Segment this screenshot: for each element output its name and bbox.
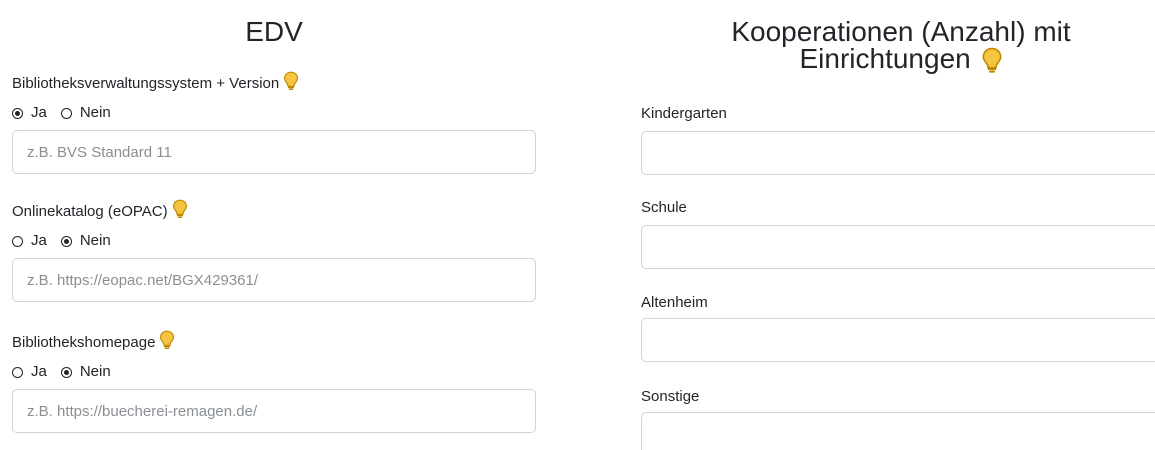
lightbulb-icon[interactable] bbox=[981, 47, 1003, 75]
radio-checked-icon[interactable] bbox=[12, 107, 23, 119]
edv-title: EDV bbox=[245, 16, 303, 47]
field-eopac-label: Onlinekatalog (eOPAC) bbox=[12, 202, 168, 220]
field-bvs-radio-nein[interactable]: Nein bbox=[60, 104, 111, 122]
field-bvs-input[interactable] bbox=[12, 130, 536, 174]
form-page: EDV Bibliotheksverwaltungssystem + Versi… bbox=[0, 0, 1155, 450]
lightbulb-icon[interactable] bbox=[172, 199, 188, 224]
radio-checked-icon[interactable] bbox=[60, 366, 72, 378]
field-bvs-radio-group: Ja Nein bbox=[12, 104, 536, 122]
field-altenheim-label: Altenheim bbox=[641, 294, 708, 311]
radio-unchecked-icon[interactable] bbox=[60, 107, 72, 119]
field-eopac-input[interactable] bbox=[12, 258, 536, 302]
field-eopac-label-row: Onlinekatalog (eOPAC) bbox=[12, 199, 536, 224]
field-sonstige-label: Sonstige bbox=[641, 388, 700, 405]
field-homepage-radio-nein[interactable]: Nein bbox=[60, 363, 111, 381]
field-altenheim-input[interactable] bbox=[641, 318, 1155, 362]
field-eopac-radio-group: Ja Nein bbox=[12, 232, 536, 250]
radio-label: Nein bbox=[79, 104, 111, 121]
lightbulb-icon[interactable] bbox=[283, 71, 299, 96]
field-homepage-input[interactable] bbox=[12, 389, 536, 433]
radio-label: Ja bbox=[31, 363, 47, 380]
field-schule-label: Schule bbox=[641, 199, 687, 216]
field-homepage: Bibliothekshomepage Ja Nein bbox=[12, 330, 536, 433]
lightbulb-icon[interactable] bbox=[159, 330, 175, 355]
field-kindergarten-label: Kindergarten bbox=[641, 105, 727, 122]
field-bvs-label-row: Bibliotheksverwaltungssystem + Version bbox=[12, 71, 536, 96]
field-homepage-label-row: Bibliothekshomepage bbox=[12, 330, 536, 355]
field-sonstige-input[interactable] bbox=[641, 412, 1155, 450]
field-bvs-label: Bibliotheksverwaltungssystem + Version bbox=[12, 74, 280, 92]
kooperationen-title: Kooperationen (Anzahl) mit Einrichtungen bbox=[641, 18, 1155, 75]
radio-label: Ja bbox=[31, 232, 47, 249]
field-kindergarten-input[interactable] bbox=[641, 131, 1155, 175]
field-eopac: Onlinekatalog (eOPAC) Ja Nein bbox=[12, 199, 536, 302]
radio-label: Ja bbox=[31, 104, 47, 121]
field-eopac-radio-ja[interactable]: Ja bbox=[12, 232, 47, 250]
radio-label: Nein bbox=[79, 363, 111, 380]
field-bvs-radio-ja[interactable]: Ja bbox=[12, 104, 47, 122]
radio-checked-icon[interactable] bbox=[60, 235, 72, 247]
radio-unchecked-icon[interactable] bbox=[12, 235, 23, 247]
kooperationen-section: Kooperationen (Anzahl) mit Einrichtungen… bbox=[641, 0, 1155, 450]
field-homepage-radio-ja[interactable]: Ja bbox=[12, 363, 47, 381]
field-schule-input[interactable] bbox=[641, 225, 1155, 269]
field-homepage-label: Bibliothekshomepage bbox=[12, 333, 156, 351]
edv-section: EDV Bibliotheksverwaltungssystem + Versi… bbox=[12, 0, 536, 433]
radio-unchecked-icon[interactable] bbox=[12, 366, 23, 378]
radio-label: Nein bbox=[79, 232, 111, 249]
field-bvs: Bibliotheksverwaltungssystem + Version J… bbox=[12, 71, 536, 174]
field-homepage-radio-group: Ja Nein bbox=[12, 363, 536, 381]
kooperationen-title-line2: Einrichtungen bbox=[799, 43, 971, 74]
field-eopac-radio-nein[interactable]: Nein bbox=[60, 232, 111, 250]
